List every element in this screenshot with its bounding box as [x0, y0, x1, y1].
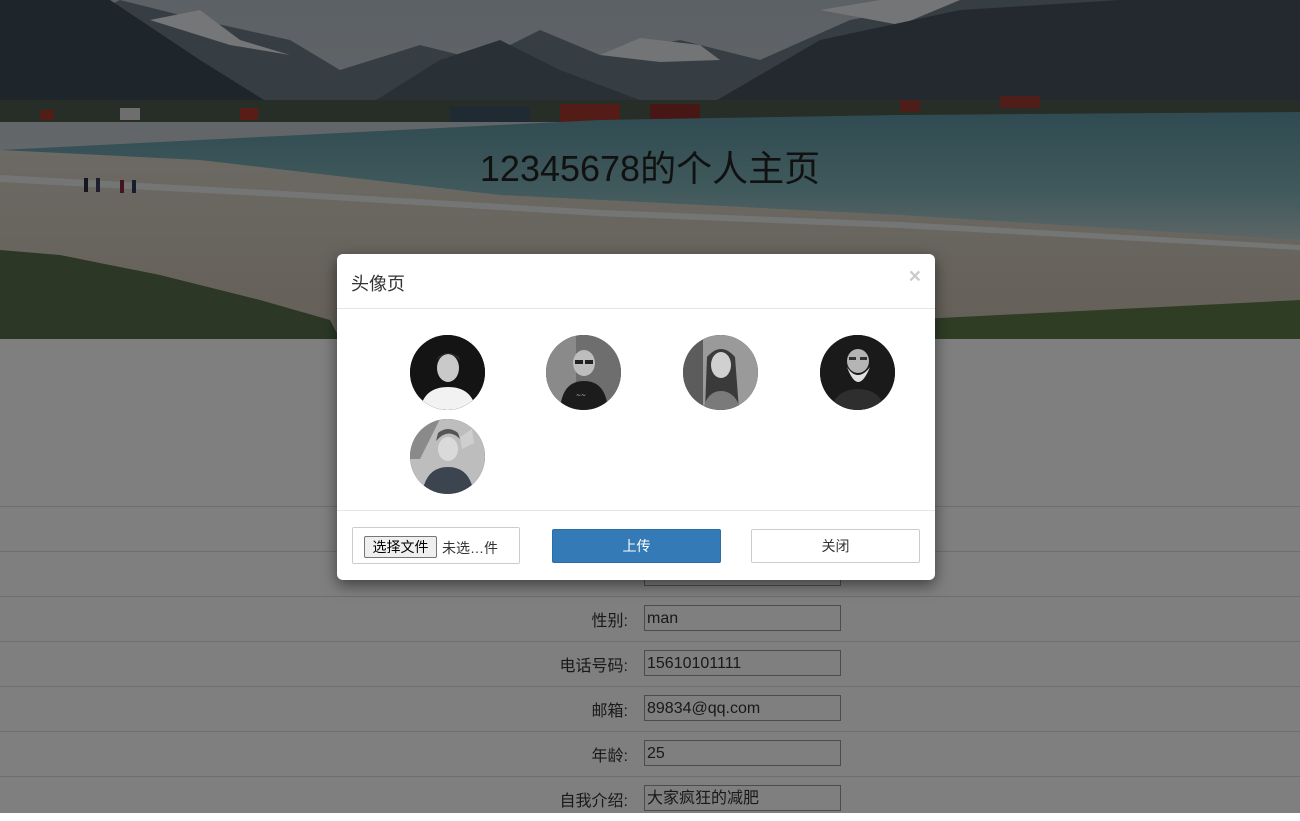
choose-file-button[interactable]: 选择文件	[364, 536, 437, 558]
avatar-2-icon: ~~	[546, 335, 621, 410]
avatar-option-3[interactable]	[683, 335, 758, 410]
svg-text:~~: ~~	[576, 392, 586, 399]
close-button[interactable]: 关闭	[751, 529, 920, 563]
avatar-option-5[interactable]	[410, 419, 485, 494]
file-status-text: 未选…件	[442, 540, 498, 556]
upload-button[interactable]: 上传	[552, 529, 721, 563]
close-icon[interactable]: ×	[909, 266, 921, 287]
avatar-1-icon	[410, 335, 485, 410]
avatar-option-4[interactable]	[820, 335, 895, 410]
avatar-modal: 头像页 × ~~ 选择文件 未选…件 上传 关闭	[337, 254, 935, 580]
avatar-grid: ~~	[337, 309, 935, 509]
avatar-3-icon	[683, 335, 758, 410]
avatar-5-icon	[410, 419, 485, 494]
avatar-4-icon	[820, 335, 895, 410]
modal-header: 头像页 ×	[337, 254, 935, 309]
modal-footer: 选择文件 未选…件 上传 关闭	[337, 510, 935, 580]
file-input[interactable]: 选择文件 未选…件	[352, 527, 520, 564]
avatar-option-2[interactable]: ~~	[546, 335, 621, 410]
avatar-option-1[interactable]	[410, 335, 485, 410]
modal-title: 头像页	[351, 274, 405, 294]
